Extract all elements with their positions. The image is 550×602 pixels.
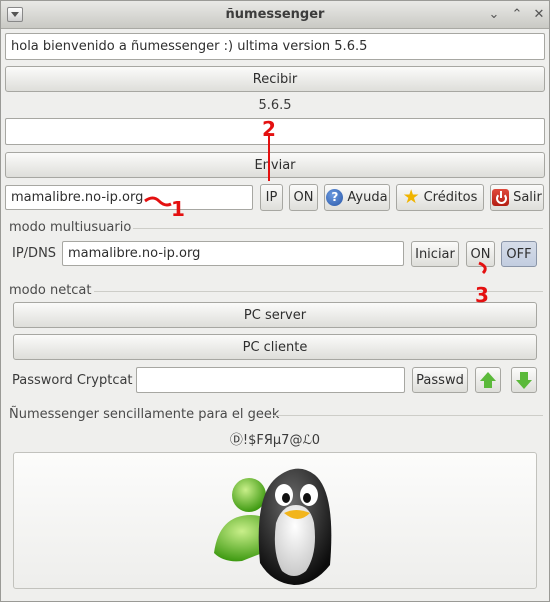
annotation-2: 2 bbox=[262, 117, 276, 141]
annotation-overlay bbox=[144, 133, 487, 275]
app-window: ñumessenger ⌄ ⌃ ✕ hola bienvenido a ñume… bbox=[0, 0, 550, 602]
annotation-1: 1 bbox=[171, 197, 185, 221]
annotation-3: 3 bbox=[475, 283, 489, 307]
